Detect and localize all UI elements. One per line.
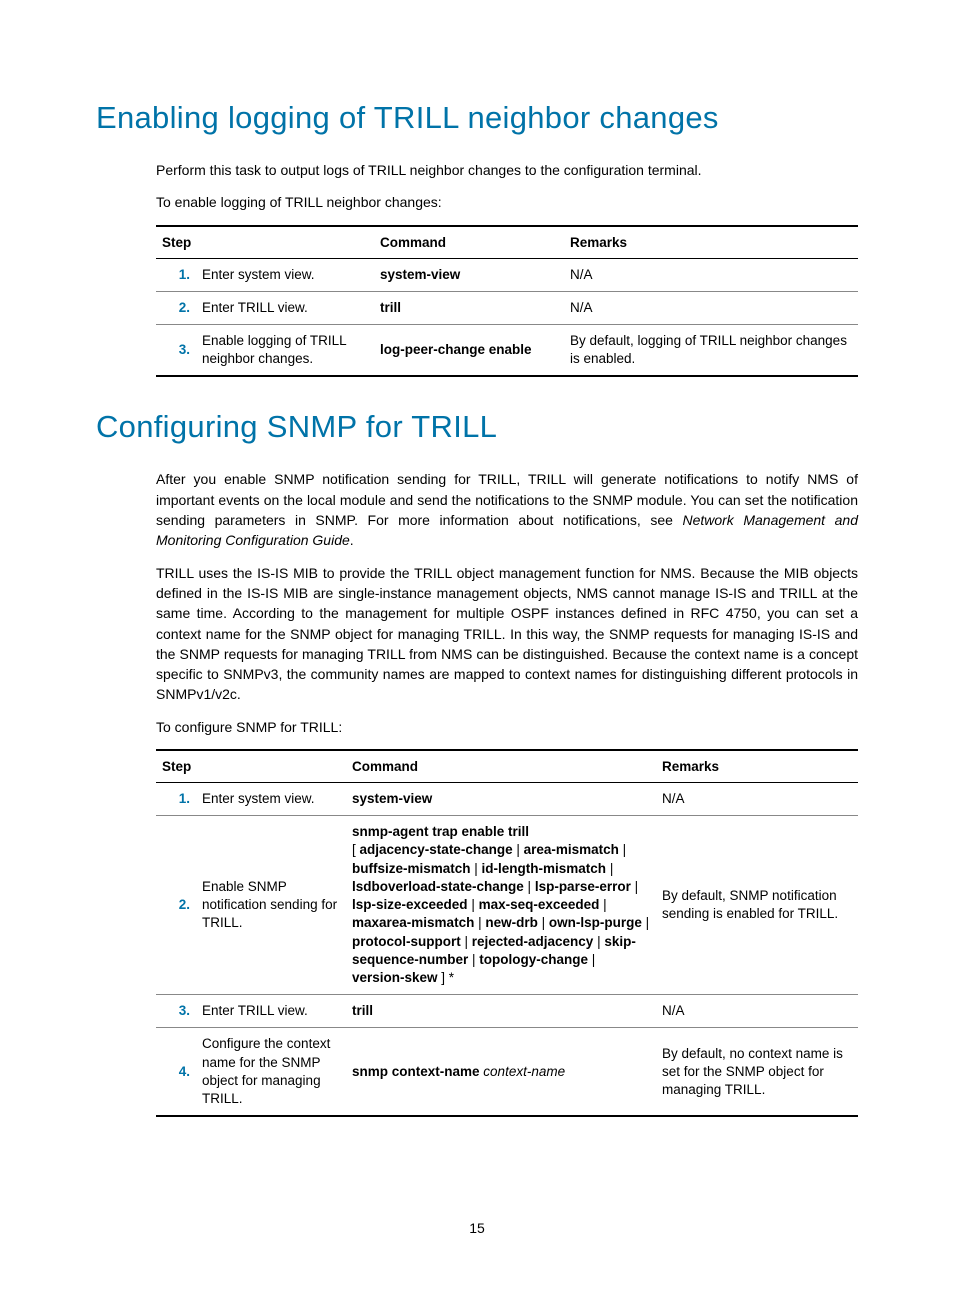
step-desc: Enter TRILL view. xyxy=(196,995,346,1028)
step-number: 1. xyxy=(156,783,196,816)
section2-para1: After you enable SNMP notification sendi… xyxy=(156,469,858,550)
step-remarks: N/A xyxy=(656,783,858,816)
step-remarks: By default, no context name is set for t… xyxy=(656,1028,858,1116)
step-remarks: N/A xyxy=(656,995,858,1028)
step-desc: Enable SNMP notification sending for TRI… xyxy=(196,816,346,995)
section1-para2: To enable logging of TRILL neighbor chan… xyxy=(156,192,858,212)
step-number: 4. xyxy=(156,1028,196,1116)
step-command: trill xyxy=(346,995,656,1028)
step-number: 3. xyxy=(156,325,196,377)
step-desc: Enable logging of TRILL neighbor changes… xyxy=(196,325,374,377)
step-desc: Enter system view. xyxy=(196,258,374,291)
section2-para3: To configure SNMP for TRILL: xyxy=(156,717,858,737)
step-remarks: N/A xyxy=(564,258,858,291)
table-header-row: Step Command Remarks xyxy=(156,226,858,259)
section1-body: Perform this task to output logs of TRIL… xyxy=(156,160,858,377)
step-remarks: By default, SNMP notification sending is… xyxy=(656,816,858,995)
step-desc: Enter TRILL view. xyxy=(196,291,374,324)
table-row: 1. Enter system view. system-view N/A xyxy=(156,783,858,816)
step-number: 3. xyxy=(156,995,196,1028)
step-command: log-peer-change enable xyxy=(374,325,564,377)
table-row: 3. Enter TRILL view. trill N/A xyxy=(156,995,858,1028)
section1-heading: Enabling logging of TRILL neighbor chang… xyxy=(96,100,858,136)
page-number: 15 xyxy=(0,1220,954,1236)
section2-body: After you enable SNMP notification sendi… xyxy=(156,469,858,1117)
step-command: trill xyxy=(374,291,564,324)
table-row: 3. Enable logging of TRILL neighbor chan… xyxy=(156,325,858,377)
step-remarks: N/A xyxy=(564,291,858,324)
section2-para2: TRILL uses the IS-IS MIB to provide the … xyxy=(156,563,858,705)
step-command: snmp-agent trap enable trill[ adjacency-… xyxy=(346,816,656,995)
step-desc: Enter system view. xyxy=(196,783,346,816)
step-remarks: By default, logging of TRILL neighbor ch… xyxy=(564,325,858,377)
para-text: . xyxy=(350,532,354,548)
step-desc: Configure the context name for the SNMP … xyxy=(196,1028,346,1116)
table-row: 2. Enable SNMP notification sending for … xyxy=(156,816,858,995)
table-row: 2. Enter TRILL view. trill N/A xyxy=(156,291,858,324)
th-remarks: Remarks xyxy=(656,750,858,783)
step-number: 1. xyxy=(156,258,196,291)
step-command: system-view xyxy=(374,258,564,291)
page-container: Enabling logging of TRILL neighbor chang… xyxy=(0,0,954,1296)
section2-table: Step Command Remarks 1. Enter system vie… xyxy=(156,749,858,1117)
th-remarks: Remarks xyxy=(564,226,858,259)
table-row: 1. Enter system view. system-view N/A xyxy=(156,258,858,291)
table-row: 4. Configure the context name for the SN… xyxy=(156,1028,858,1116)
step-command: snmp context-name context-name xyxy=(346,1028,656,1116)
step-number: 2. xyxy=(156,291,196,324)
th-command: Command xyxy=(374,226,564,259)
section2-heading: Configuring SNMP for TRILL xyxy=(96,409,858,445)
step-command: system-view xyxy=(346,783,656,816)
section1-table: Step Command Remarks 1. Enter system vie… xyxy=(156,225,858,378)
th-step: Step xyxy=(156,750,346,783)
section1-para1: Perform this task to output logs of TRIL… xyxy=(156,160,858,180)
table-header-row: Step Command Remarks xyxy=(156,750,858,783)
th-step: Step xyxy=(156,226,374,259)
step-number: 2. xyxy=(156,816,196,995)
th-command: Command xyxy=(346,750,656,783)
